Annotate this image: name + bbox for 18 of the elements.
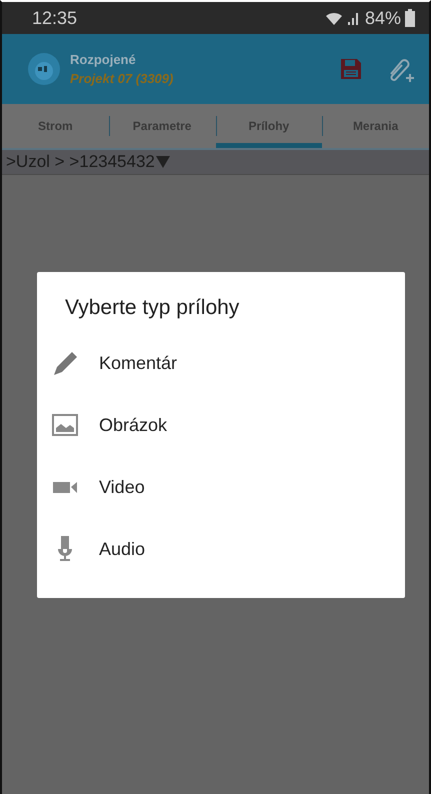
battery-icon <box>405 9 415 27</box>
menu-item[interactable]: Video <box>37 456 405 518</box>
project-subtitle: Projekt 07 (3309) <box>70 71 174 86</box>
pencil-icon <box>51 349 79 377</box>
menu-item[interactable]: Obrázok <box>37 394 405 456</box>
wifi-icon <box>324 10 343 26</box>
dropdown-triangle-icon[interactable] <box>154 155 171 169</box>
signal-icon <box>346 10 361 26</box>
clock: 12:35 <box>32 8 78 28</box>
breadcrumb: >Uzol > >12345432 <box>6 152 155 172</box>
menu-item[interactable]: Audio <box>37 518 405 580</box>
logo-icon <box>26 51 62 87</box>
battery-percent: 84% <box>364 8 401 28</box>
app-title: Rozpojené <box>70 52 137 67</box>
menu-item[interactable]: Komentár <box>37 332 405 394</box>
image-icon <box>51 411 79 439</box>
dialog-title: Vyberte typ prílohy <box>64 296 240 320</box>
save-icon[interactable] <box>339 57 363 81</box>
